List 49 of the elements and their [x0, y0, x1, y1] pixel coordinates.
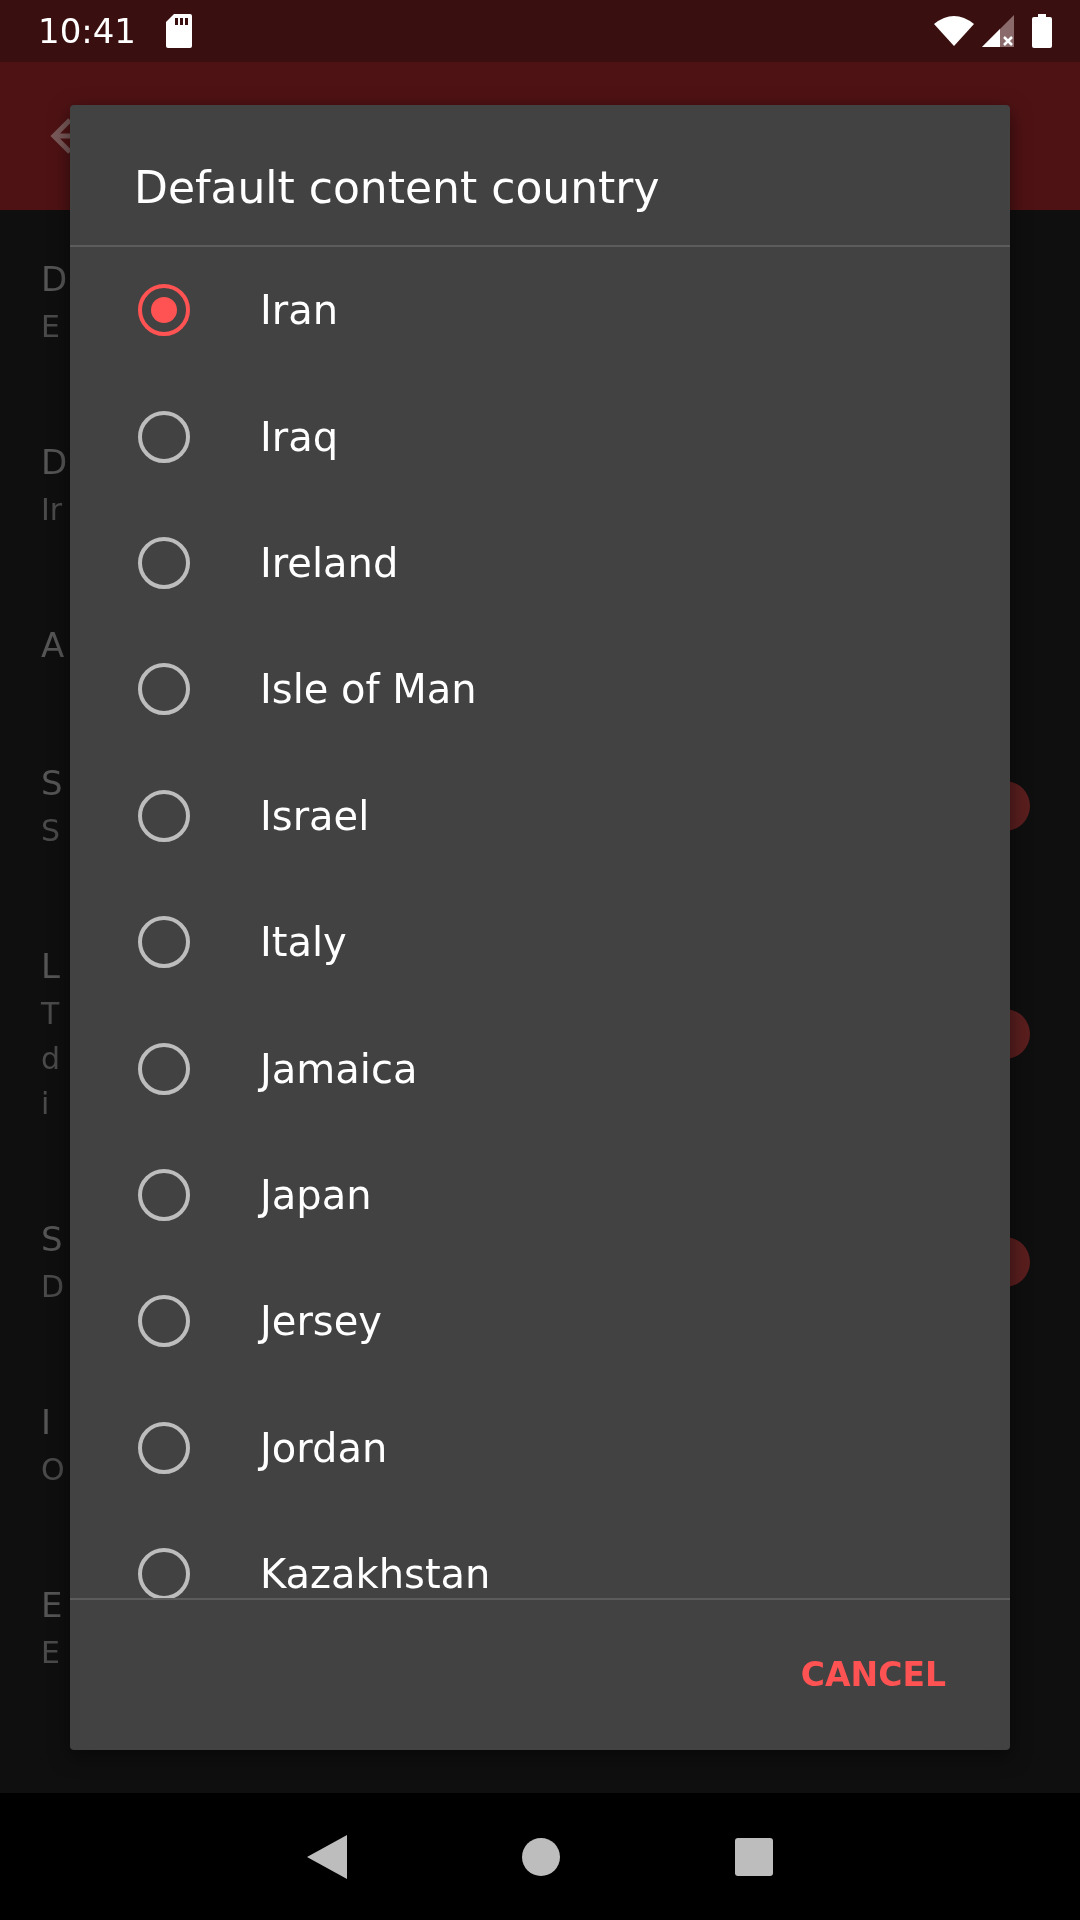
option-label: Isle of Man [260, 665, 477, 715]
radio-button[interactable] [138, 1042, 190, 1095]
option-label: Israel [260, 791, 370, 841]
recents-icon[interactable] [735, 1837, 773, 1876]
option-label: Iran [260, 286, 339, 336]
setting-title: L [41, 945, 60, 988]
setting-summary: S [41, 812, 61, 850]
back-icon[interactable] [307, 1834, 347, 1879]
setting-summary: Ir [41, 491, 63, 529]
setting-title: D [41, 258, 68, 301]
setting-title: S [41, 762, 63, 805]
radio-button[interactable] [138, 1421, 190, 1474]
setting-title: D [41, 441, 68, 484]
setting-summary: d [41, 1040, 61, 1078]
setting-summary: O [41, 1451, 65, 1489]
radio-button[interactable] [138, 663, 190, 716]
option-label: Kazakhstan [260, 1550, 491, 1598]
setting-title: S [41, 1218, 63, 1261]
no-signal-icon [982, 15, 1014, 47]
radio-button[interactable] [138, 536, 190, 589]
radio-button[interactable] [138, 1295, 190, 1348]
setting-title: A [41, 624, 65, 667]
setting-summary: E [41, 1634, 60, 1672]
sd-card-icon [166, 14, 192, 48]
option-label: Ireland [260, 538, 399, 588]
option-label: Jamaica [260, 1044, 418, 1094]
radio-button[interactable] [138, 916, 190, 969]
radio-button[interactable] [138, 284, 190, 337]
option-label: Jordan [260, 1423, 388, 1473]
radio-button[interactable] [138, 1168, 190, 1221]
clock-time: 10:41 [38, 9, 136, 53]
setting-summary: i [41, 1085, 50, 1123]
radio-button[interactable] [138, 789, 190, 842]
setting-summary: D [41, 1268, 65, 1306]
home-icon[interactable] [522, 1837, 560, 1876]
cancel-button[interactable]: CANCEL [780, 1638, 966, 1712]
setting-summary: E [41, 308, 60, 346]
setting-summary: T [41, 995, 60, 1033]
setting-title: I [41, 1401, 52, 1444]
battery-icon [1032, 14, 1052, 48]
radio-button[interactable] [138, 1548, 190, 1598]
radio-button[interactable] [138, 410, 190, 463]
option-label: Jersey [260, 1297, 382, 1347]
wifi-icon [934, 16, 974, 46]
setting-title: E [41, 1584, 63, 1627]
option-label: Japan [260, 1170, 372, 1220]
dialog-title: Default content country [133, 161, 661, 215]
option-label: Iraq [260, 412, 339, 462]
option-label: Italy [260, 918, 347, 968]
